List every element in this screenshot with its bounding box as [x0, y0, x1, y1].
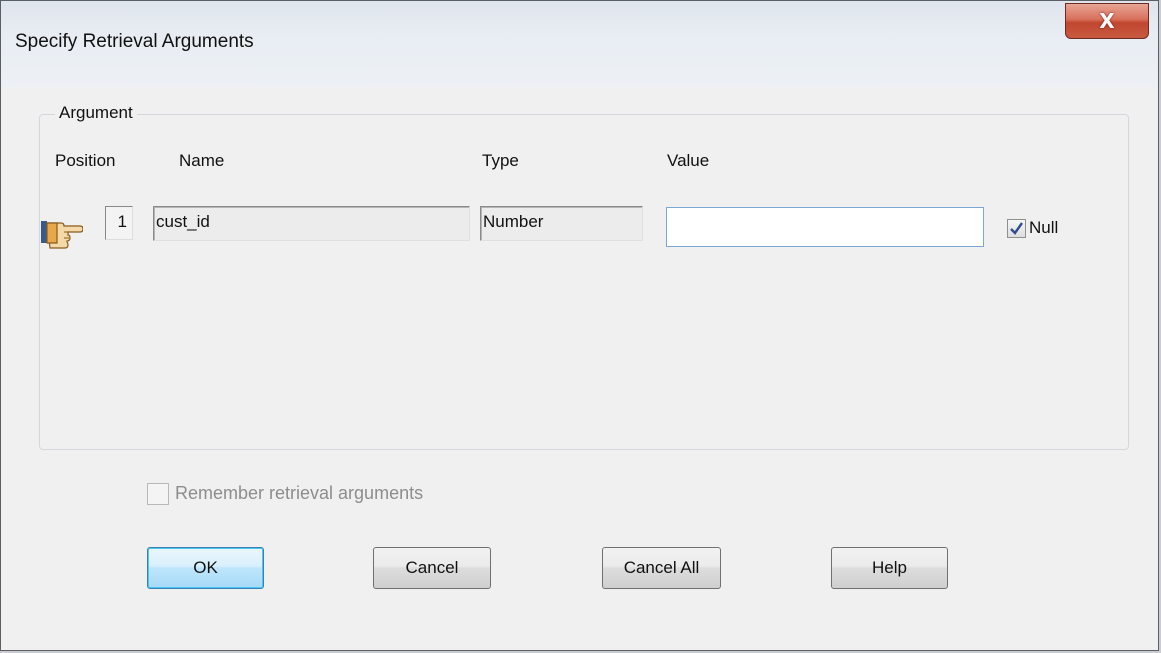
name-column-header: Name [179, 151, 225, 170]
position-column-header: Position [55, 151, 116, 170]
remember-arguments-label: Remember retrieval arguments [175, 483, 424, 503]
close-button[interactable]: X [1065, 3, 1149, 39]
type-column-header: Type [482, 151, 519, 170]
pointing-hand-icon [41, 221, 83, 249]
value-column-header: Value [667, 151, 710, 170]
name-field[interactable]: cust_id [153, 206, 470, 241]
remember-arguments-checkbox[interactable] [147, 483, 169, 505]
close-icon: X [1099, 9, 1115, 33]
ok-button[interactable]: OK [147, 547, 264, 589]
checkmark-icon [1010, 222, 1023, 235]
position-field: 1 [105, 206, 133, 240]
cancel-all-button[interactable]: Cancel All [602, 547, 721, 589]
argument-group-label: Argument [55, 103, 137, 123]
type-field[interactable]: Number [480, 206, 643, 241]
null-label: Null [1029, 218, 1059, 237]
title-bar[interactable]: Specify Retrieval Arguments X [1, 1, 1158, 87]
null-checkbox[interactable] [1007, 219, 1026, 238]
help-button[interactable]: Help [831, 547, 948, 589]
cancel-button[interactable]: Cancel [373, 547, 491, 589]
dialog-body: Argument Position Name Type Value 1 cust… [9, 87, 1150, 644]
dialog-window: Specify Retrieval Arguments X Argument P… [0, 0, 1159, 651]
dialog-title: Specify Retrieval Arguments [15, 31, 254, 52]
value-input[interactable] [666, 207, 984, 247]
